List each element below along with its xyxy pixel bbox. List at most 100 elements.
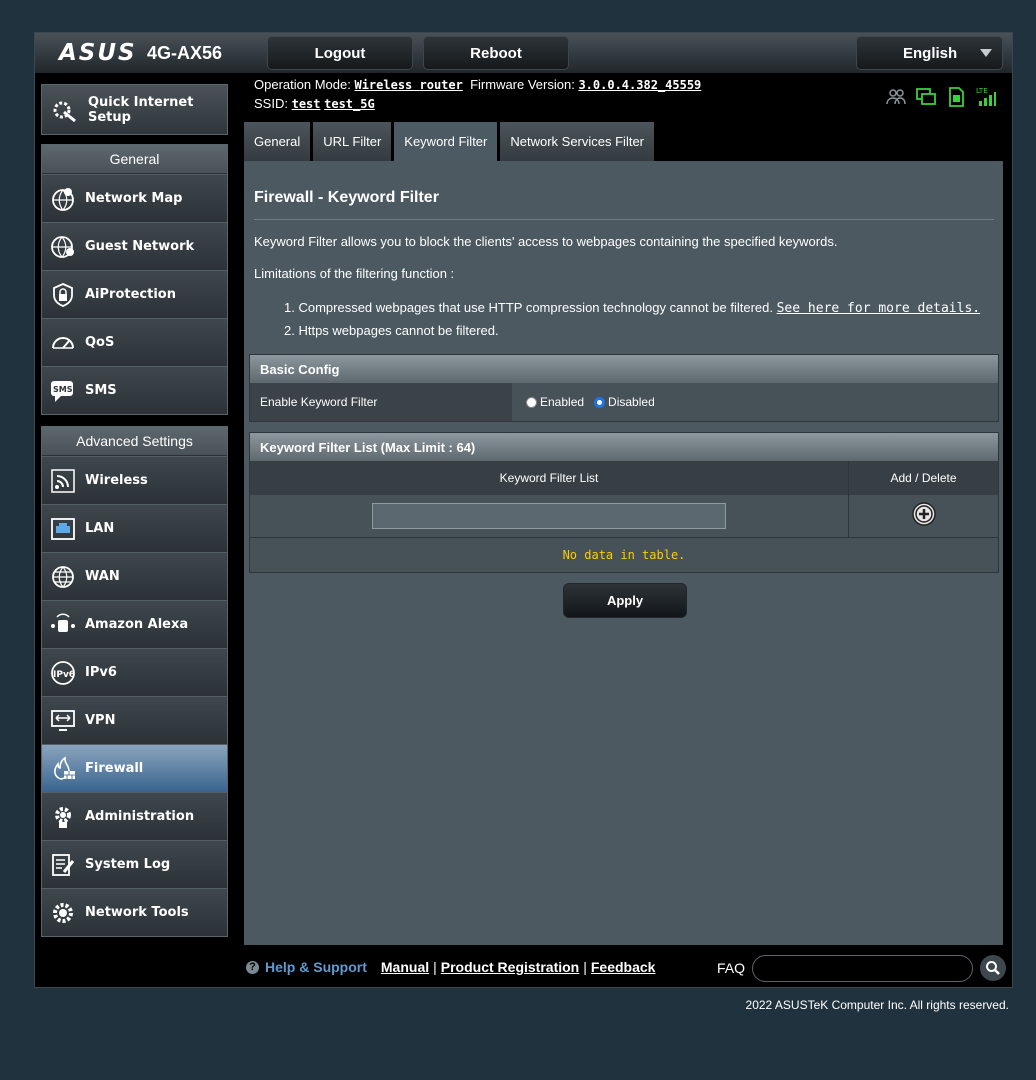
ssid-label: SSID:: [254, 96, 288, 111]
copyright: 2022 ASUSTeK Computer Inc. All rights re…: [745, 998, 1009, 1012]
lan-port-icon: [49, 515, 77, 543]
quick-internet-setup[interactable]: Quick Internet Setup: [41, 84, 228, 135]
firmware-label: Firmware Version:: [470, 77, 575, 92]
limitation-item-1-text: 1. Compressed webpages that use HTTP com…: [284, 300, 773, 315]
router-frame: ASUS 4G-AX56 Logout Reboot English Opera…: [34, 32, 1013, 988]
sidebar-item-wan[interactable]: WAN: [42, 552, 227, 600]
gear-wrench-icon: [49, 899, 77, 927]
feedback-link[interactable]: Feedback: [591, 959, 656, 975]
advanced-settings-menu: Advanced Settings Wireless LAN WAN Amazo…: [41, 426, 228, 937]
tab-network-services-filter[interactable]: Network Services Filter: [500, 122, 654, 161]
more-details-link[interactable]: See here for more details.: [777, 301, 981, 316]
svg-text:IPv6: IPv6: [53, 670, 75, 680]
sidebar-item-aiprotection[interactable]: AiProtection: [42, 270, 227, 318]
sidebar-item-label: AiProtection: [85, 287, 176, 302]
sidebar-item-label: LAN: [85, 521, 115, 536]
ssid-link-1[interactable]: test: [292, 97, 321, 111]
general-menu: General Network Map Guest Network AiProt…: [41, 144, 228, 415]
disabled-label[interactable]: Disabled: [608, 395, 655, 409]
sidebar-item-label: Network Map: [85, 191, 183, 206]
add-circle-icon[interactable]: [911, 501, 937, 532]
wand-gear-icon: [50, 96, 78, 124]
search-icon[interactable]: [980, 955, 1006, 981]
svg-text:SMS: SMS: [53, 385, 73, 394]
logout-button[interactable]: Logout: [267, 36, 413, 70]
sidebar-item-label: WAN: [85, 569, 120, 584]
globe-users-icon: [49, 233, 77, 261]
basic-config-header: Basic Config: [250, 355, 998, 383]
firmware-link[interactable]: 3.0.0.4.382_45559: [578, 78, 701, 92]
sidebar-item-label: System Log: [85, 857, 171, 872]
page-title: Firewall - Keyword Filter: [254, 189, 439, 206]
sidebar-item-label: Guest Network: [85, 239, 195, 254]
ipv6-globe-icon: IPv6: [49, 659, 77, 687]
tab-general[interactable]: General: [244, 122, 311, 161]
vpn-monitor-icon: [49, 707, 77, 735]
globe-pin-icon: [49, 185, 77, 213]
gear-person-icon: [49, 803, 77, 831]
apply-button[interactable]: Apply: [563, 583, 687, 618]
firewall-flame-icon: [49, 755, 77, 783]
enable-keyword-filter-label: Enable Keyword Filter: [250, 383, 512, 421]
top-bar: ASUS 4G-AX56 Logout Reboot English: [35, 33, 1012, 73]
help-icon: ?: [246, 960, 259, 974]
model-name: 4G-AX56: [147, 43, 223, 63]
sidebar-item-administration[interactable]: Administration: [42, 792, 227, 840]
manual-link[interactable]: Manual: [381, 959, 429, 975]
limitation-item-1: 1. Compressed webpages that use HTTP com…: [284, 300, 980, 316]
op-mode-link[interactable]: Wireless router: [354, 78, 462, 92]
sidebar-item-ipv6[interactable]: IPv6 IPv6: [42, 648, 227, 696]
sidebar-item-label: Administration: [85, 809, 195, 824]
sidebar-item-network-tools[interactable]: Network Tools: [42, 888, 227, 936]
disabled-radio[interactable]: [594, 396, 606, 408]
sidebar-item-vpn[interactable]: VPN: [42, 696, 227, 744]
separator: |: [433, 959, 437, 975]
product-registration-link[interactable]: Product Registration: [441, 959, 579, 975]
operation-mode-line: Operation Mode: Wireless router Firmware…: [254, 77, 701, 92]
status-icons: LTE: [885, 86, 997, 108]
asus-logo[interactable]: ASUS: [59, 40, 137, 66]
svg-text:LTE: LTE: [976, 87, 988, 95]
ssid-line: SSID: test test_5G: [254, 96, 375, 111]
network-status-icon[interactable]: [915, 86, 937, 108]
description: Keyword Filter allows you to block the c…: [254, 234, 838, 249]
sidebar-item-label: IPv6: [85, 665, 117, 680]
chevron-down-icon: [980, 49, 992, 57]
log-pencil-icon: [49, 851, 77, 879]
lte-signal-icon[interactable]: LTE: [975, 86, 997, 108]
language-select[interactable]: English: [856, 36, 1003, 70]
reboot-button[interactable]: Reboot: [423, 36, 569, 70]
sidebar-item-wireless[interactable]: Wireless: [42, 456, 227, 504]
qis-label-line1: Quick Internet: [88, 94, 194, 110]
sidebar-item-label: Amazon Alexa: [85, 617, 189, 632]
sidebar-item-system-log[interactable]: System Log: [42, 840, 227, 888]
sidebar-item-label: Network Tools: [85, 905, 189, 920]
sidebar-item-amazon-alexa[interactable]: Amazon Alexa: [42, 600, 227, 648]
faq-label: FAQ: [717, 960, 746, 976]
tab-keyword-filter[interactable]: Keyword Filter: [394, 122, 498, 161]
faq-search-input[interactable]: [752, 955, 973, 982]
col-add-delete: Add / Delete: [890, 471, 957, 485]
shield-lock-icon: [49, 281, 77, 309]
sidebar-item-network-map[interactable]: Network Map: [42, 174, 227, 222]
tab-url-filter[interactable]: URL Filter: [313, 122, 392, 161]
keyword-list-header: Keyword Filter List (Max Limit : 64): [250, 433, 998, 461]
enabled-label[interactable]: Enabled: [540, 395, 584, 409]
sidebar-item-firewall[interactable]: Firewall: [42, 744, 227, 792]
sidebar-item-guest-network[interactable]: Guest Network: [42, 222, 227, 270]
sidebar-item-label: Wireless: [85, 473, 148, 488]
ssid-link-2[interactable]: test_5G: [324, 97, 375, 111]
sidebar-item-lan[interactable]: LAN: [42, 504, 227, 552]
sidebar-item-sms[interactable]: SMS SMS: [42, 366, 227, 414]
enabled-radio[interactable]: [526, 396, 537, 408]
speedometer-icon: [49, 329, 77, 357]
sidebar-item-qos[interactable]: QoS: [42, 318, 227, 366]
wifi-icon: [49, 467, 77, 495]
sidebar-item-label: VPN: [85, 713, 116, 728]
main-content: Firewall - Keyword Filter Keyword Filter…: [244, 161, 1003, 945]
sim-card-icon[interactable]: [945, 86, 967, 108]
clients-icon[interactable]: [885, 86, 907, 108]
basic-config-section: Basic Config Enable Keyword Filter Enabl…: [249, 354, 999, 422]
keyword-input[interactable]: [372, 503, 726, 529]
help-support-label: Help & Support: [265, 959, 367, 975]
